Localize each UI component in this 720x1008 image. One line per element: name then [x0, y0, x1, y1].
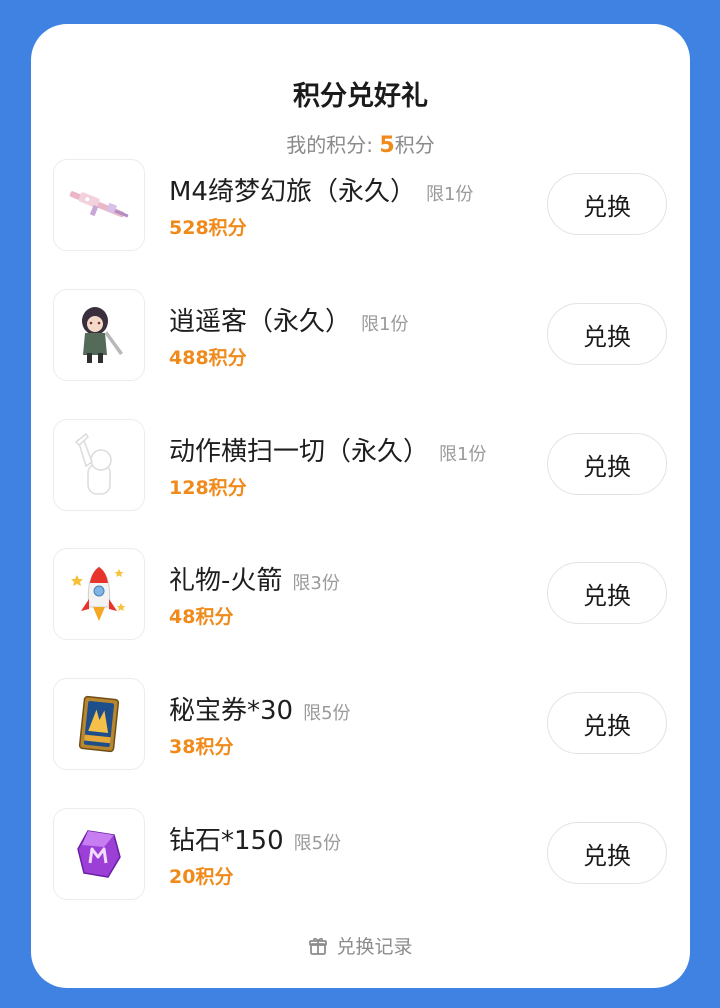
reward-item: 礼物-火箭 限3份 48积分 兑换: [53, 548, 668, 643]
gift-box-icon: [309, 937, 328, 955]
item-cost: 488积分: [169, 347, 247, 369]
purple-diamond-icon: [53, 808, 145, 900]
pink-rifle-icon: [53, 159, 145, 251]
item-limit: 限1份: [361, 314, 409, 335]
redeem-button[interactable]: 兑换: [547, 433, 667, 495]
item-cost: 48积分: [169, 606, 234, 628]
redeem-button[interactable]: 兑换: [547, 303, 667, 365]
redeem-history-label: 兑换记录: [336, 936, 413, 958]
redeem-button[interactable]: 兑换: [547, 822, 667, 884]
item-name: 逍遥客（永久）: [169, 307, 352, 337]
points-label: 我的积分:: [286, 133, 380, 157]
points-value: 5: [379, 133, 395, 158]
redeem-history-link[interactable]: 兑换记录: [31, 932, 690, 959]
item-cost: 38积分: [169, 736, 234, 758]
item-limit: 限5份: [293, 833, 342, 854]
item-cost: 528积分: [169, 217, 247, 239]
item-limit: 限1份: [439, 444, 487, 465]
reward-item: 动作横扫一切（永久） 限1份 128积分 兑换: [53, 419, 668, 514]
treasure-ticket-icon: [53, 678, 145, 770]
item-name: 秘宝券*30: [169, 696, 294, 726]
item-cost: 128积分: [169, 477, 247, 499]
item-name: M4绮梦幻旅（永久）: [169, 177, 416, 207]
redeem-card: 积分兑好礼 我的积分: 5积分 M4绮梦幻旅（永久） 限1份 528积分 兑换: [31, 24, 690, 988]
my-points: 我的积分: 5积分: [31, 129, 690, 158]
item-cost: 20积分: [169, 866, 234, 888]
character-icon: [53, 289, 145, 381]
redeem-button[interactable]: 兑换: [547, 692, 667, 754]
item-name: 钻石*150: [169, 826, 284, 856]
item-name: 动作横扫一切（永久）: [169, 437, 430, 467]
item-name: 礼物-火箭: [169, 566, 283, 596]
reward-item: 钻石*150 限5份 20积分 兑换: [53, 808, 668, 903]
redeem-button[interactable]: 兑换: [547, 173, 667, 235]
redeem-button[interactable]: 兑换: [547, 562, 667, 624]
item-limit: 限5份: [303, 703, 351, 724]
reward-item: M4绮梦幻旅（永久） 限1份 528积分 兑换: [53, 159, 668, 254]
reward-item: 秘宝券*30 限5份 38积分 兑换: [53, 678, 668, 773]
action-pose-icon: [53, 419, 145, 511]
points-unit: 积分: [394, 133, 435, 157]
item-limit: 限3份: [292, 573, 340, 594]
item-limit: 限1份: [425, 184, 474, 205]
rocket-icon: [53, 548, 145, 640]
reward-item: 逍遥客（永久） 限1份 488积分 兑换: [53, 289, 668, 384]
page-title: 积分兑好礼: [293, 81, 428, 112]
